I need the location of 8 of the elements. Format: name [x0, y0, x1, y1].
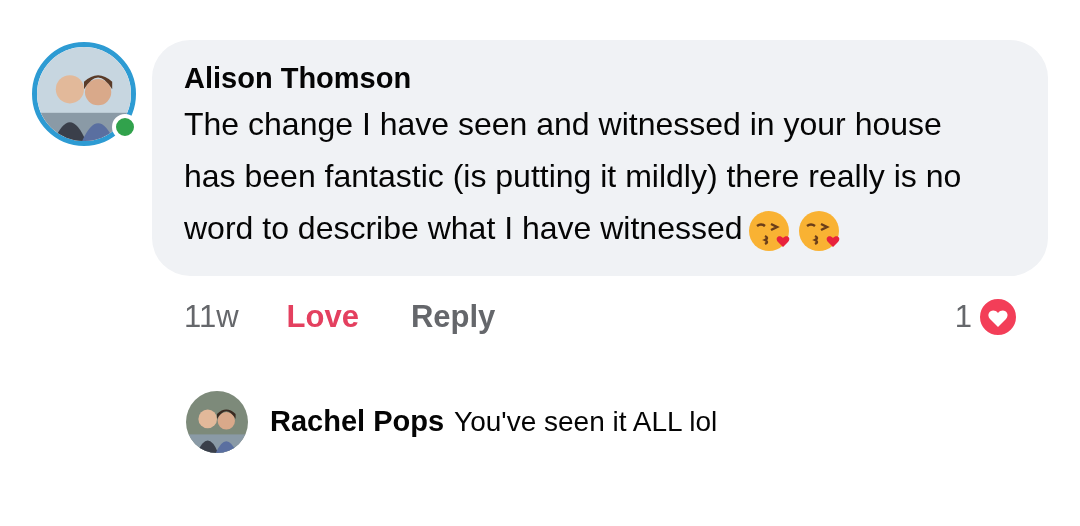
- author-name[interactable]: Rachel Pops: [270, 399, 445, 444]
- reaction-count: 1: [954, 298, 972, 336]
- author-name[interactable]: Alison Thomson: [184, 58, 1016, 98]
- comment-text: The change I have seen and witnessed in your house has been fantastic (is putting it mildly) there really is no word to describe what I have witnessed: [184, 98, 984, 254]
- reply-text: You've seen it ALL lol: [454, 404, 718, 439]
- timestamp: 11w: [184, 298, 239, 336]
- action-link[interactable]: Reply: [410, 294, 496, 341]
- action-link[interactable]: Love: [286, 294, 359, 341]
